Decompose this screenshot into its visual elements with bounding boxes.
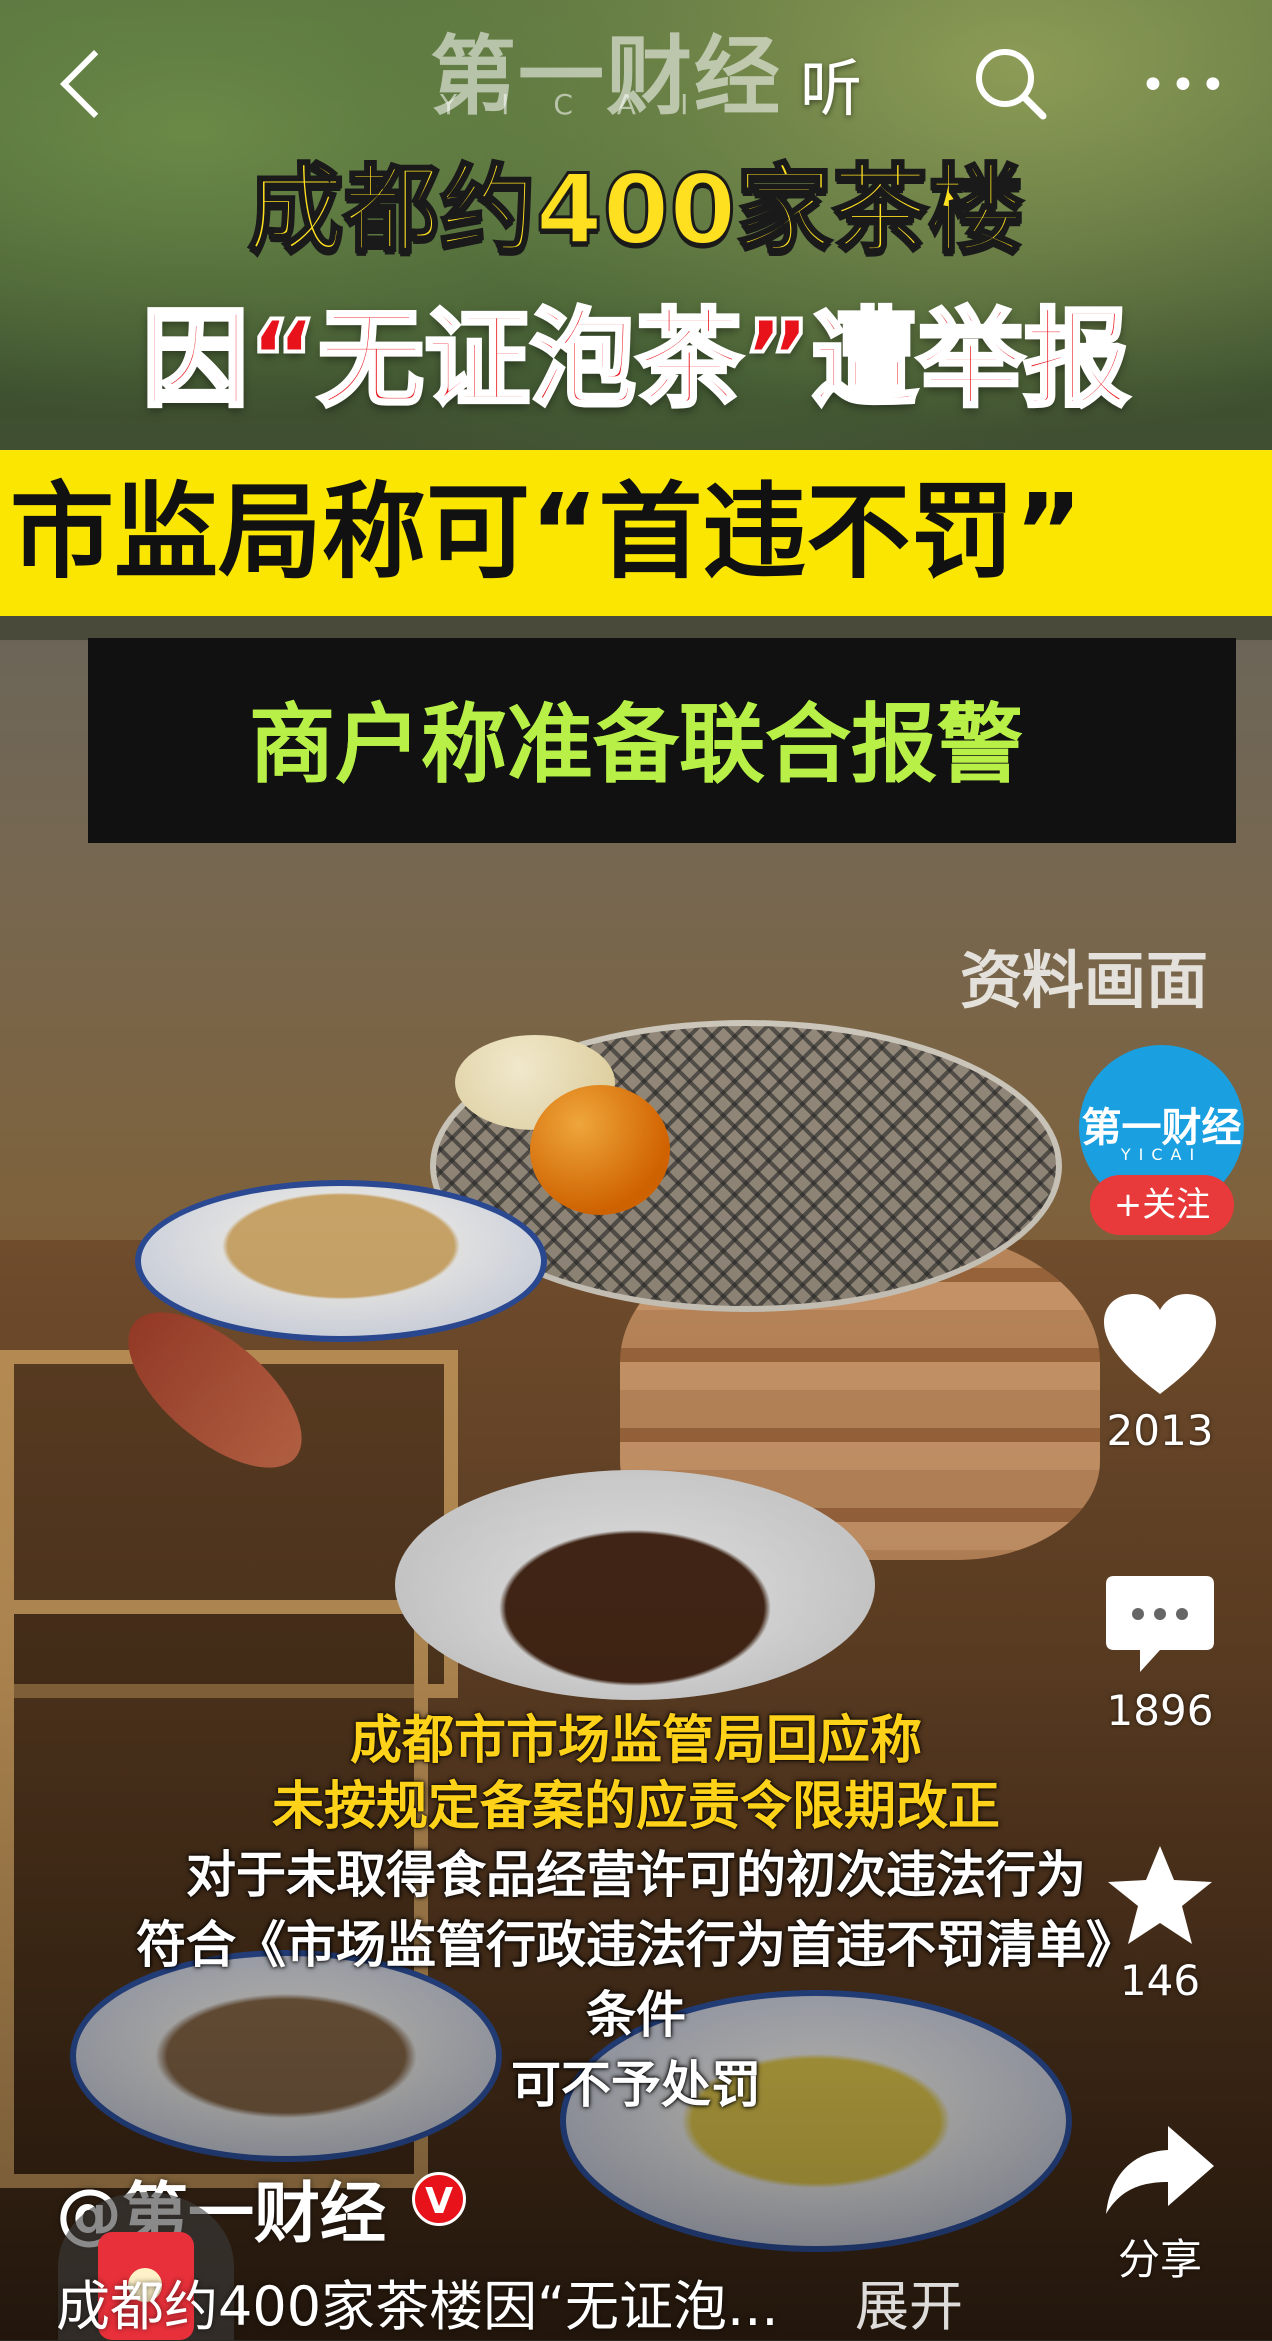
subtitle-line: 可不予处罚 bbox=[511, 2056, 761, 2114]
star-icon bbox=[1108, 1846, 1212, 1944]
like-button[interactable]: 2013 bbox=[1090, 1290, 1230, 1455]
share-button[interactable]: 分享 bbox=[1090, 2120, 1230, 2287]
watermark-subtext: YICAI bbox=[440, 88, 733, 121]
subtitle-line: 对于未取得食品经营许可的初次违法行为 bbox=[186, 1846, 1086, 1904]
headline-line-1: 成都约400家茶楼 bbox=[246, 153, 1025, 268]
favorite-count: 146 bbox=[1119, 1956, 1201, 2005]
top-bar: 第一财经 YICAI 听 ••• bbox=[0, 0, 1272, 170]
headline-line-2: 因“无证泡茶”遭举报 bbox=[140, 298, 1131, 422]
search-icon bbox=[976, 49, 1047, 120]
subtitle-line: 成都市市场监管局回应称 bbox=[349, 1711, 922, 1771]
share-arrow-icon bbox=[1106, 2126, 1214, 2214]
headline-line-3: 市监局称可“首违不罚” bbox=[10, 471, 1083, 593]
comment-button[interactable]: 1896 bbox=[1090, 1570, 1230, 1735]
subtitle-line: 符合《市场监管行政违法行为首违不罚清单》 bbox=[136, 1916, 1136, 1974]
headline-line-4: 商户称准备联合报警 bbox=[0, 690, 1272, 800]
back-button[interactable] bbox=[52, 44, 122, 124]
heart-icon bbox=[1104, 1294, 1216, 1394]
comment-icon bbox=[1106, 1576, 1214, 1672]
favorite-button[interactable]: 146 bbox=[1090, 1840, 1230, 2005]
post-caption[interactable]: 成都约400家茶楼因“无证泡... bbox=[56, 2262, 779, 2341]
share-label: 分享 bbox=[1117, 2235, 1202, 2284]
subtitle-line: 未按规定备案的应责令限期改正 bbox=[271, 1777, 1000, 1837]
listen-button[interactable]: 听 bbox=[800, 38, 862, 128]
like-count: 2013 bbox=[1106, 1406, 1214, 1455]
avatar-logo-subtext: YICAI bbox=[1120, 1145, 1203, 1164]
subtitle-block: 成都市市场监管局回应称 未按规定备案的应责令限期改正 对于未取得食品经营许可的初… bbox=[0, 1708, 1272, 2120]
follow-button[interactable]: +关注 bbox=[1090, 1175, 1234, 1235]
verified-badge-icon: V bbox=[412, 2172, 466, 2226]
expand-caption-button[interactable]: 展开 bbox=[855, 2262, 963, 2341]
reference-footage-tag: 资料画面 bbox=[960, 944, 1209, 1017]
search-button[interactable] bbox=[965, 38, 1055, 128]
comment-count: 1896 bbox=[1106, 1686, 1214, 1735]
subtitle-line: 条件 bbox=[586, 1986, 686, 2044]
more-options-button[interactable]: ••• bbox=[1140, 60, 1230, 111]
